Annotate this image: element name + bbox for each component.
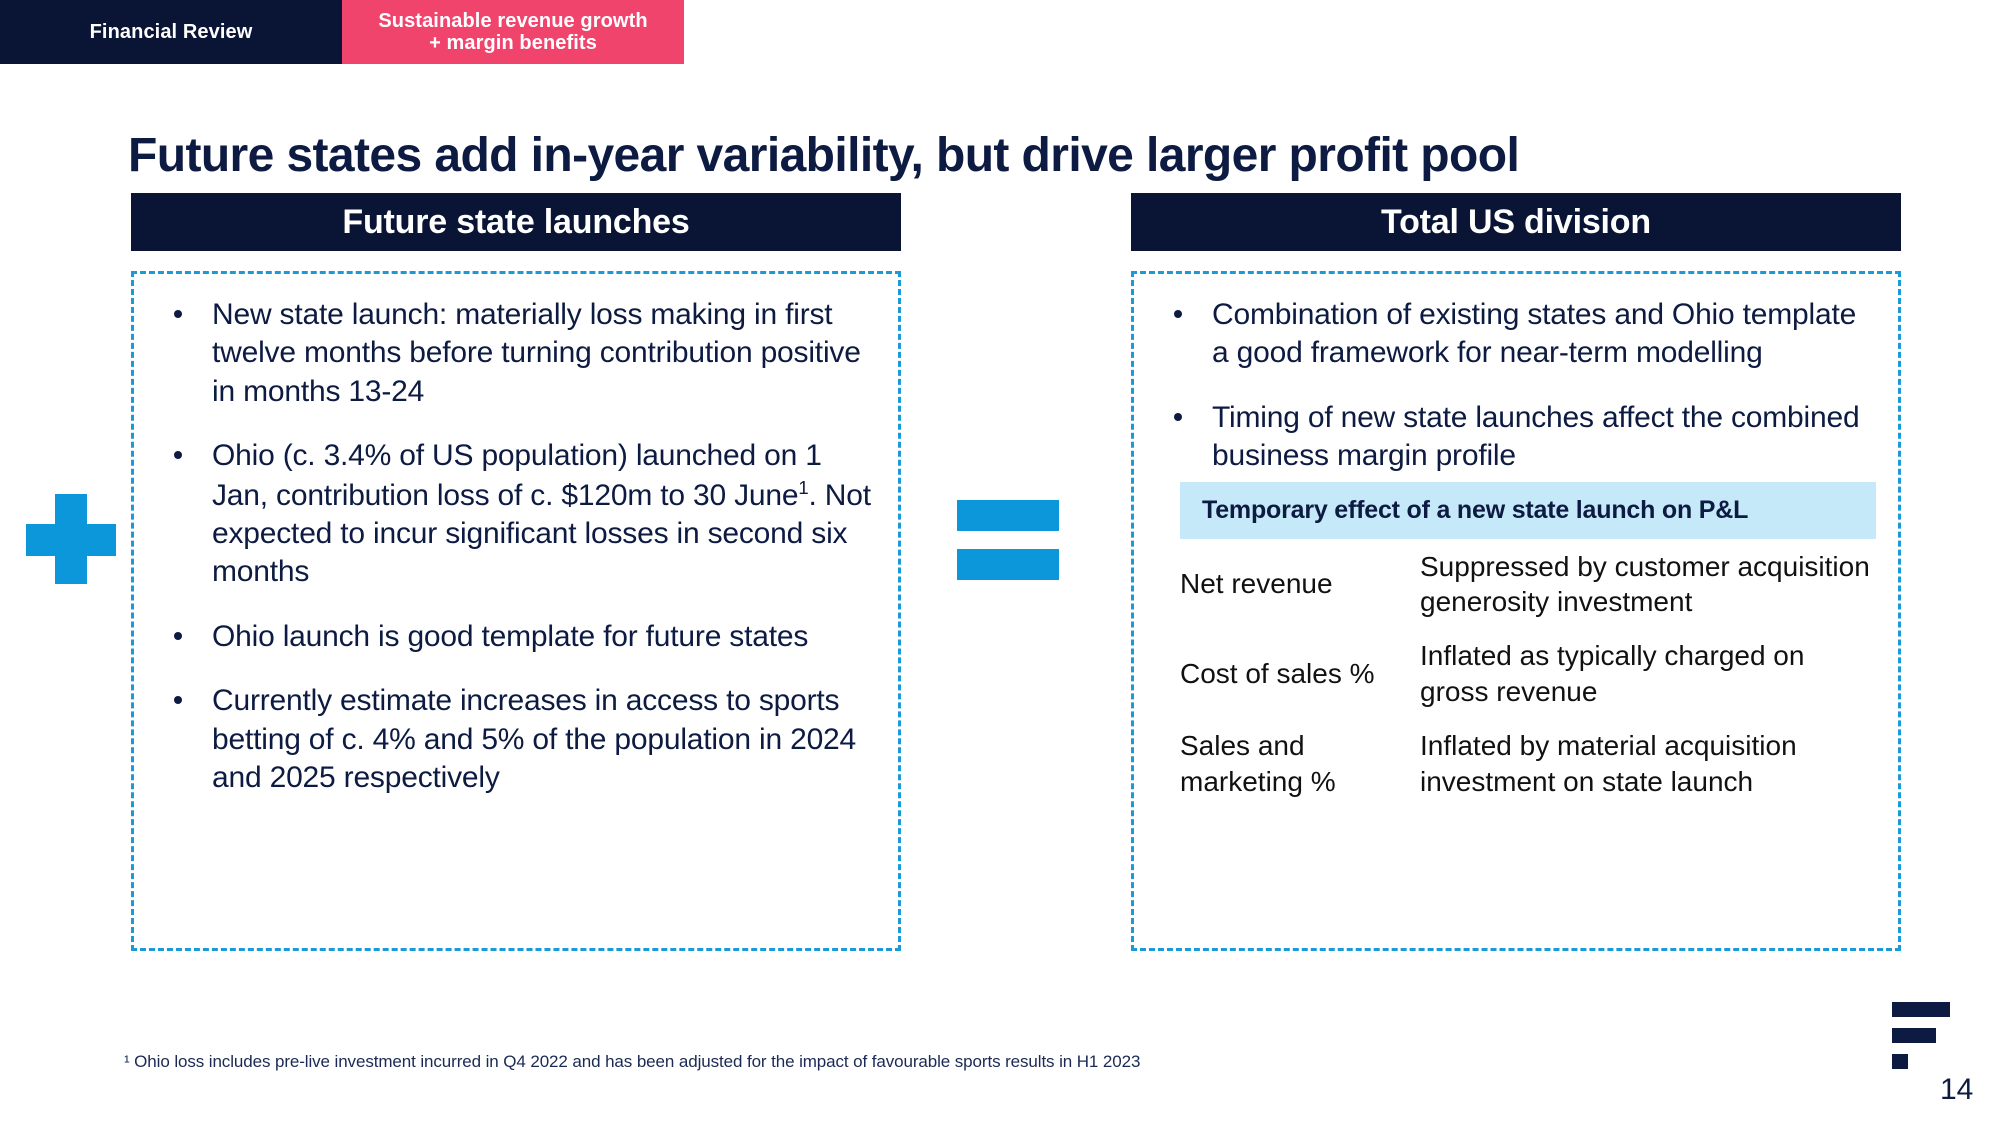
ribbon-line-1: Sustainable revenue growth	[378, 9, 648, 32]
total-us-division-bullet-list: Combination of existing states and Ohio …	[1152, 296, 1876, 476]
bullet-text: Timing of new state launches affect the …	[1212, 400, 1860, 473]
temporary-effect-table: Net revenue Suppressed by customer acqui…	[1180, 549, 1876, 800]
footnote: ¹ Ohio loss includes pre-live investment…	[124, 1052, 1141, 1071]
bullet-dot-icon	[1174, 412, 1182, 421]
ribbon-line-2: + margin benefits	[429, 32, 597, 54]
equals-icon	[957, 500, 1059, 580]
bullet-dot-icon	[174, 631, 182, 640]
top-ribbon: Financial Review Sustainable revenue gro…	[0, 0, 684, 64]
table-row-label: Sales and marketing %	[1180, 729, 1336, 797]
table-row-description: Inflated by material acquisition investm…	[1420, 729, 1797, 797]
equals-icon-top-bar	[957, 500, 1059, 531]
table-row: Net revenue Suppressed by customer acqui…	[1180, 549, 1876, 621]
list-item: Timing of new state launches affect the …	[1152, 399, 1876, 476]
temporary-effect-banner: Temporary effect of a new state launch o…	[1180, 481, 1876, 539]
logo-bar-2	[1892, 1028, 1936, 1043]
bullet-text: Currently estimate increases in access t…	[212, 684, 857, 794]
ribbon-financial-review-label: Financial Review	[89, 20, 253, 43]
future-state-launches-bullet-list: New state launch: materially loss making…	[152, 296, 872, 797]
logo-bar-1	[1892, 1002, 1950, 1017]
future-state-launches-header: Future state launches	[131, 193, 901, 251]
future-state-launches-panel: Future state launches New state launch: …	[131, 193, 901, 951]
bullet-dot-icon	[174, 310, 182, 318]
table-row: Cost of sales % Inflated as typically ch…	[1180, 638, 1876, 710]
ribbon-sustainable-growth-label: Sustainable revenue growth + margin bene…	[378, 10, 647, 55]
list-item: Ohio (c. 3.4% of US population) launched…	[152, 437, 872, 592]
bullet-text-part-1: Ohio (c. 3.4% of US population) launched…	[212, 439, 822, 512]
table-row-description: Inflated as typically charged on gross r…	[1420, 640, 1805, 708]
list-item: Ohio launch is good template for future …	[152, 618, 872, 656]
total-us-division-panel: Total US division Combination of existin…	[1131, 193, 1901, 951]
logo-bar-3	[1892, 1054, 1908, 1069]
bullet-text: New state launch: materially loss making…	[212, 298, 861, 408]
table-row-label: Net revenue	[1180, 568, 1333, 600]
table-row: Sales and marketing % Inflated by materi…	[1180, 728, 1876, 800]
page-number: 14	[1940, 1073, 1974, 1106]
page-title: Future states add in-year variability, b…	[128, 129, 1520, 183]
equals-icon-bottom-bar	[957, 549, 1059, 580]
bullet-dot-icon	[1174, 310, 1182, 318]
table-row-description: Suppressed by customer acquisition gener…	[1420, 550, 1870, 618]
list-item: Currently estimate increases in access t…	[152, 682, 872, 797]
total-us-division-header: Total US division	[1131, 193, 1901, 251]
plus-icon	[26, 494, 116, 584]
plus-icon-vertical-bar	[55, 494, 87, 584]
bullet-text: Combination of existing states and Ohio …	[1212, 298, 1857, 370]
list-item: Combination of existing states and Ohio …	[1152, 296, 1876, 373]
table-row-label: Cost of sales %	[1180, 658, 1375, 690]
ribbon-section-sustainable-growth: Sustainable revenue growth + margin bene…	[342, 0, 684, 64]
future-state-launches-body: New state launch: materially loss making…	[131, 271, 901, 951]
bullet-text: Ohio launch is good template for future …	[212, 619, 809, 653]
bullet-dot-icon	[174, 696, 182, 705]
company-logo-icon	[1892, 1002, 1952, 1072]
ribbon-section-financial-review: Financial Review	[0, 0, 342, 64]
list-item: New state launch: materially loss making…	[152, 296, 872, 411]
bullet-dot-icon	[174, 451, 182, 460]
footnote-marker: 1	[798, 476, 809, 498]
total-us-division-body: Combination of existing states and Ohio …	[1131, 271, 1901, 951]
